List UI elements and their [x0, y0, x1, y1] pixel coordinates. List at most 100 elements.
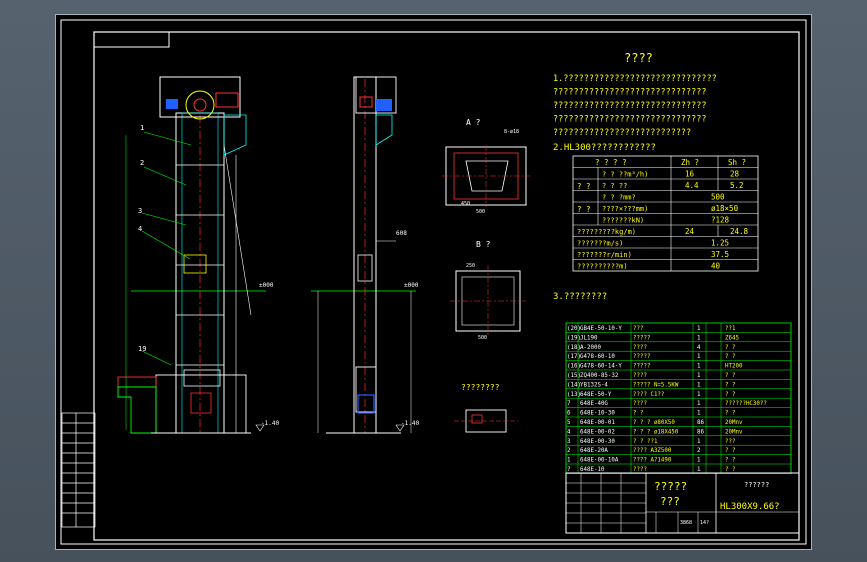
bom-cell: ?????: [633, 354, 650, 360]
bom-cell: ? ? ??1: [633, 439, 658, 445]
bom-cell: ? ? ? ø80X50: [633, 420, 675, 426]
right-note: ??????: [744, 481, 769, 489]
bom-cell: 1: [697, 354, 701, 360]
title-sub: ???: [660, 495, 680, 508]
bom-cell: 648E-00-30: [580, 439, 615, 445]
bom-cell: ???? A3Z500: [633, 448, 672, 454]
bom-cell: GB4E-50-10-Y: [580, 326, 622, 332]
bom-cell: ? ?: [725, 382, 735, 388]
view-a: A ? 450 500 8-ø18: [442, 118, 530, 215]
param-zh: 24: [685, 227, 695, 236]
param-zh: 1.25: [711, 239, 729, 248]
svg-text:2: 2: [140, 159, 144, 167]
parameter-table: ? ? ? ? Zh ? Sh ? ? ? ? ? ? ? ??m³/h) 16 28 ? ? …: [572, 155, 759, 272]
bom-cell: ZQ400-85-32: [580, 373, 618, 379]
view-a-holes: 8-ø18: [504, 129, 519, 135]
side-elev-top: ±000: [404, 282, 419, 289]
bom-cell: 648E-10-30: [580, 411, 615, 417]
bom-cell: ?: [567, 467, 571, 473]
tech-line: ??????????????????????????????: [553, 115, 707, 125]
param-label: ?????????kg/m): [577, 228, 636, 236]
bom-cell: (15): [567, 373, 581, 379]
bom-cell: ??1: [725, 326, 736, 332]
front-elevation-view: 1 2 3 4 19 ±000 -1.40: [117, 76, 279, 434]
param-label: ???????m/s): [577, 240, 623, 248]
bom-cell: 20Mnv: [725, 429, 743, 435]
param-sh: 24.8: [730, 227, 749, 236]
tech-line: ???????????????????????????: [553, 128, 691, 138]
view-b-dim-500: 500: [478, 335, 487, 341]
view-a-label: A ?: [466, 118, 481, 127]
bom-cell: (16): [567, 364, 581, 370]
drawing-sheet: 1 2 3 4 19 ±000 -1.40 608 ±000 -1.40 A ?…: [55, 14, 812, 550]
bom-cell: 2: [697, 448, 701, 454]
side-elev-bottom: -1.40: [401, 420, 419, 427]
param-zh: ?128: [711, 216, 730, 225]
tech-heading: ????: [624, 51, 653, 65]
bom-cell: ? ?: [725, 354, 735, 360]
bom-cell: (18): [567, 345, 581, 351]
tech-line: ??????????????????????????????: [553, 101, 707, 111]
bom-cell: 86: [697, 420, 704, 426]
bom-cell: ????: [633, 345, 647, 351]
bom-cell: ????: [633, 401, 647, 407]
tech-section-3: 3.????????: [553, 292, 607, 302]
bom-cell: 648E-00-01: [580, 420, 615, 426]
drawing-canvas: 1 2 3 4 19 ±000 -1.40 608 ±000 -1.40 A ?…: [60, 19, 807, 545]
bom-cell: 648E-20A: [580, 448, 608, 454]
title-block: ????? ??? HL300X9.66? ?????? 3868 14?: [565, 472, 800, 534]
detail-label: ????????: [461, 383, 500, 392]
param-label: ? ? ??m³/h): [602, 171, 648, 179]
bom-cell: ? ?: [725, 467, 735, 473]
sheet-note: 14?: [700, 520, 709, 526]
param-zh: 40: [711, 262, 721, 271]
bom-cell: 20Mnv: [725, 420, 743, 426]
bom-cell: 648E-10: [580, 467, 605, 473]
param-zh: 500: [711, 193, 725, 202]
scale-note: 3868: [680, 520, 692, 526]
param-zh: 4.4: [685, 181, 699, 190]
bom-cell: (14): [567, 382, 581, 388]
bom-cell: 1: [697, 458, 701, 464]
bom-cell: 1: [697, 382, 701, 388]
bom-cell: 5: [567, 420, 571, 426]
bom-cell: YB132S-4: [580, 382, 608, 388]
model-code: HL300X9.66?: [720, 502, 780, 512]
param-label: ??????????m): [577, 263, 628, 271]
bom-cell: 648E-00-10A: [580, 458, 619, 464]
param-group: ? ?: [577, 205, 591, 214]
bom-cell: 1: [697, 411, 701, 417]
corner-tag: [93, 31, 170, 48]
param-zh: ø18×50: [711, 204, 739, 213]
bom-cell: Z645: [725, 335, 739, 341]
bom-cell: 648E-50-Y: [580, 392, 612, 398]
bom-cell: ???? C1??: [633, 392, 664, 398]
bom-cell: A-2000: [580, 345, 601, 351]
param-header: Sh ?: [728, 158, 746, 167]
title-main: ?????: [654, 480, 687, 493]
param-label: ? ? ??: [602, 182, 627, 190]
tech-line: ??????????????????????????????: [553, 88, 707, 98]
cad-viewport[interactable]: 1 2 3 4 19 ±000 -1.40 608 ±000 -1.40 A ?…: [0, 0, 867, 562]
bom-cell: 1: [697, 401, 701, 407]
bom-cell: ????: [633, 467, 647, 473]
svg-text:4: 4: [138, 225, 142, 233]
bom-cell: 1: [697, 392, 701, 398]
param-sh: 5.2: [730, 181, 744, 190]
bom-cell: ? ?: [725, 448, 735, 454]
bom-cell: ? ?: [633, 411, 643, 417]
svg-text:1: 1: [140, 124, 144, 132]
svg-text:19: 19: [138, 345, 146, 353]
view-b: B ? 500 250: [450, 240, 526, 341]
view-b-dim-250: 250: [466, 263, 475, 269]
param-zh: 37.5: [711, 250, 729, 259]
bom-cell: 648E-40G: [580, 401, 608, 407]
bom-cell: ???: [725, 439, 735, 445]
bom-cell: ???: [633, 326, 643, 332]
bom-cell: ? ? ? ø18X450: [633, 429, 679, 435]
bom-cell: 1: [697, 364, 701, 370]
param-sh: 28: [730, 170, 740, 179]
left-side-table: [61, 412, 96, 528]
bom-cell: G478-60-10: [580, 354, 615, 360]
svg-text:3: 3: [138, 207, 142, 215]
